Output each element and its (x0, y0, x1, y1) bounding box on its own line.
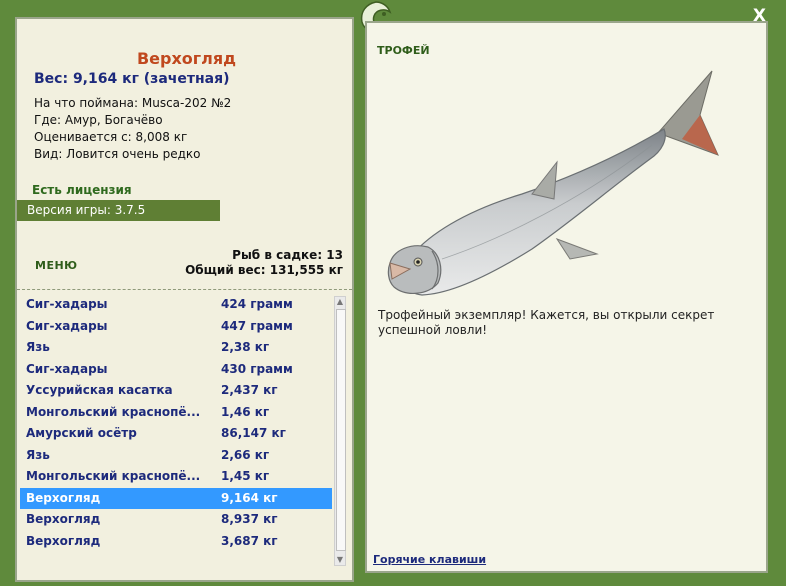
location-info: Где: Амур, Богачёво (34, 113, 163, 127)
keep-list: Сиг-хадары 424 грамм Сиг-хадары 447 грамм Яз… (20, 294, 332, 552)
menu-button[interactable]: МЕНЮ (35, 259, 78, 272)
valuation-info: Оценивается с: 8,008 кг (34, 130, 188, 144)
keep-count: Рыб в садке: 13 (232, 248, 343, 262)
divider (17, 289, 352, 290)
keep-list-row[interactable]: Монгольский краснопё... 1,45 кг (20, 466, 332, 488)
scroll-up-icon[interactable]: ▲ (335, 297, 345, 307)
fish-weight-value: 2,437 кг (221, 383, 278, 397)
fish-weight-value: 447 грамм (221, 318, 293, 333)
rarity-info: Вид: Ловится очень редко (34, 147, 201, 161)
trophy-panel: ТРОФЕЙ Трофейный экземпляр! Кажется, вы … (365, 21, 768, 573)
keep-list-row[interactable]: Сиг-хадары 430 грамм (20, 359, 332, 381)
keep-list-row[interactable]: Уссурийская касатка 2,437 кг (20, 380, 332, 402)
fish-weight: Вес: 9,164 кг (зачетная) (34, 71, 230, 87)
keep-list-row[interactable]: Амурский осётр 86,147 кг (20, 423, 332, 445)
fish-info-panel: Верхогляд Вес: 9,164 кг (зачетная) На чт… (15, 17, 354, 582)
fish-name: Монгольский краснопё... (26, 404, 201, 419)
keep-list-row[interactable]: Верхогляд 8,937 кг (20, 509, 332, 531)
keep-list-row[interactable]: Сиг-хадары 424 грамм (20, 294, 332, 316)
fish-name: Сиг-хадары (26, 318, 108, 333)
fish-name: Сиг-хадары (26, 361, 108, 376)
fish-weight-value: 1,46 кг (221, 404, 270, 419)
fish-name: Монгольский краснопё... (26, 469, 201, 483)
fish-weight-value: 8,937 кг (221, 512, 278, 526)
scroll-thumb[interactable] (336, 309, 346, 551)
fish-weight-value: 2,66 кг (221, 447, 270, 462)
keep-list-row[interactable]: Сиг-хадары 447 грамм (20, 316, 332, 338)
trophy-label: ТРОФЕЙ (377, 44, 430, 57)
keep-list-row[interactable]: Монгольский краснопё... 1,46 кг (20, 402, 332, 424)
bait-info: На что поймана: Musca-202 №2 (34, 96, 232, 110)
fish-weight-value: 9,164 кг (221, 490, 278, 505)
fish-weight-value: 3,687 кг (221, 533, 278, 548)
fish-weight-value: 424 грамм (221, 297, 293, 311)
keep-list-row[interactable]: Верхогляд 3,687 кг (20, 531, 332, 553)
fish-name: Сиг-хадары (26, 297, 108, 311)
window-frame: X Верхогляд Вес: 9,164 кг (зачетная) На … (0, 0, 786, 586)
fish-name: Уссурийская касатка (26, 383, 173, 397)
hotkeys-link[interactable]: Горячие клавиши (373, 553, 486, 566)
fish-weight-value: 1,45 кг (221, 469, 270, 483)
fish-name: Верхогляд (26, 533, 101, 548)
fish-name: Верхогляд (26, 512, 101, 526)
fish-title: Верхогляд (136, 49, 237, 68)
fish-weight-value: 430 грамм (221, 361, 293, 376)
fish-image (387, 70, 719, 296)
trophy-message: Трофейный экземпляр! Кажется, вы открыли… (378, 308, 715, 337)
fish-name: Амурский осётр (26, 426, 137, 440)
keep-total-weight: Общий вес: 131,555 кг (185, 263, 343, 277)
fish-name: Язь (26, 447, 50, 462)
fish-weight-value: 2,38 кг (221, 340, 270, 354)
fish-name: Верхогляд (26, 490, 101, 505)
fish-name: Язь (26, 340, 50, 354)
list-scrollbar[interactable]: ▲ ▼ (334, 296, 346, 566)
license-status: Есть лицензия (32, 183, 132, 197)
scroll-down-icon[interactable]: ▼ (335, 555, 345, 565)
keep-list-row[interactable]: Язь 2,38 кг (20, 337, 332, 359)
fish-weight-value: 86,147 кг (221, 426, 286, 440)
version-bar: Версия игры: 3.7.5 (17, 200, 220, 221)
keep-list-row[interactable]: Верхогляд 9,164 кг (20, 487, 332, 509)
keep-list-row[interactable]: Язь 2,66 кг (20, 445, 332, 467)
